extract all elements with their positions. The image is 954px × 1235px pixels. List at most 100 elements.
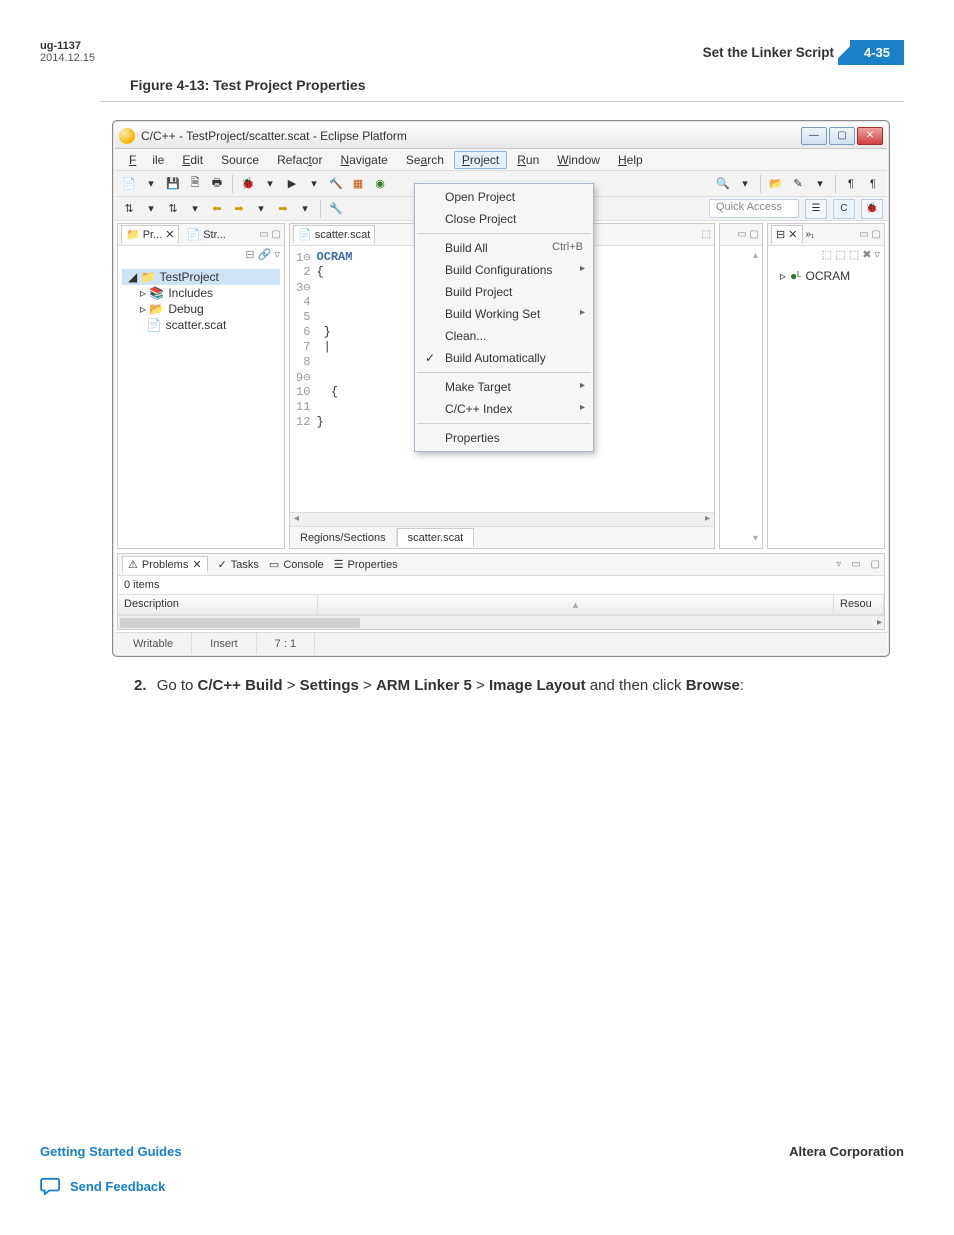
- dropdown-icon[interactable]: ▾: [141, 199, 161, 219]
- back-icon[interactable]: ⬅: [207, 199, 227, 219]
- project-explorer-tab[interactable]: 📁 Pr... ✕: [121, 225, 179, 244]
- console-tab[interactable]: ▭ Console: [269, 558, 324, 571]
- tool-icon[interactable]: ◉: [370, 174, 390, 194]
- perspective-cpp-icon[interactable]: C: [833, 199, 855, 219]
- x1-icon[interactable]: »₁: [806, 229, 815, 240]
- problems-columns[interactable]: Description ▴ Resou: [118, 594, 884, 615]
- tool-icon[interactable]: ⬚: [822, 249, 832, 261]
- dropdown-icon[interactable]: ▾: [304, 174, 324, 194]
- close-icon[interactable]: ✖: [862, 249, 871, 261]
- dropdown-icon[interactable]: ▾: [735, 174, 755, 194]
- dropdown-icon[interactable]: ▾: [141, 174, 161, 194]
- search-icon[interactable]: 🔍: [713, 174, 733, 194]
- menu-window[interactable]: Window: [549, 151, 608, 169]
- menuitem-clean[interactable]: Clean...: [415, 325, 593, 347]
- feedback-icon[interactable]: [40, 1177, 62, 1195]
- maximize-icon[interactable]: ▢: [872, 229, 881, 240]
- menubar[interactable]: File Edit Source Refactor Navigate Searc…: [115, 149, 887, 171]
- close-button[interactable]: ✕: [857, 127, 883, 145]
- menu-icon[interactable]: ▿: [836, 559, 841, 570]
- editor-bottom-tabs[interactable]: Regions/Sections scatter.scat: [290, 526, 714, 548]
- perspective-debug-icon[interactable]: 🐞: [861, 199, 883, 219]
- debug-icon[interactable]: 🐞: [238, 174, 258, 194]
- scroll-up-icon[interactable]: ▴: [753, 250, 758, 261]
- save-all-icon[interactable]: 🗎: [185, 174, 205, 194]
- forward-icon[interactable]: ➡: [229, 199, 249, 219]
- minimize-icon[interactable]: ▭: [859, 229, 868, 240]
- menu-icon[interactable]: ▿: [874, 249, 880, 261]
- maximize-button[interactable]: ▢: [829, 127, 855, 145]
- quick-access-input[interactable]: Quick Access: [709, 199, 799, 218]
- new-icon[interactable]: 📄: [119, 174, 139, 194]
- tree-project-node[interactable]: ◢ 📁 TestProject: [122, 269, 280, 285]
- menuitem-make-target[interactable]: Make Target: [415, 376, 593, 398]
- menu-project[interactable]: Project: [454, 151, 507, 169]
- build-icon[interactable]: 🔨: [326, 174, 346, 194]
- menuitem-properties[interactable]: Properties: [415, 427, 593, 449]
- minimize-icon[interactable]: ▭: [259, 229, 268, 240]
- dropdown-icon[interactable]: ▾: [810, 174, 830, 194]
- tool-icon[interactable]: ▦: [348, 174, 368, 194]
- problems-tab[interactable]: ⚠ Problems ✕: [122, 556, 208, 573]
- h-scrollbar[interactable]: ◂▸: [118, 615, 884, 629]
- nav-icon[interactable]: ⇅: [119, 199, 139, 219]
- dropdown-icon[interactable]: ▾: [185, 199, 205, 219]
- menuitem-open-project[interactable]: Open Project: [415, 186, 593, 208]
- menuitem-build-project[interactable]: Build Project: [415, 281, 593, 303]
- forward-icon[interactable]: ➡: [273, 199, 293, 219]
- outline-toolbar[interactable]: ⬚ ⬚ ⬚ ✖ ▿: [768, 246, 884, 263]
- tasks-tab[interactable]: ✓ Tasks: [218, 558, 259, 571]
- minimize-button[interactable]: —: [801, 127, 827, 145]
- scatter-tab[interactable]: scatter.scat: [397, 528, 475, 547]
- org-icon[interactable]: ⬚: [702, 229, 711, 240]
- paragraph-icon[interactable]: ¶: [841, 174, 861, 194]
- tool-icon[interactable]: ⬚: [849, 249, 859, 261]
- col-description[interactable]: Description: [118, 595, 318, 614]
- menuitem-cpp-index[interactable]: C/C++ Index: [415, 398, 593, 420]
- scroll-down-icon[interactable]: ▾: [753, 533, 758, 544]
- menu-icon[interactable]: ▿: [274, 249, 280, 261]
- perspective-button[interactable]: ☰: [805, 199, 827, 219]
- menuitem-close-project[interactable]: Close Project: [415, 208, 593, 230]
- window-titlebar[interactable]: C/C++ - TestProject/scatter.scat - Eclip…: [115, 123, 887, 149]
- maximize-icon[interactable]: ▢: [272, 229, 281, 240]
- tree-scatter-node[interactable]: 📄 scatter.scat: [122, 317, 280, 333]
- print-icon[interactable]: 🖶: [207, 174, 227, 194]
- menu-refactor[interactable]: Refactor: [269, 151, 330, 169]
- tree-includes-node[interactable]: ▹ 📚 Includes: [122, 285, 280, 301]
- menu-search[interactable]: Search: [398, 151, 452, 169]
- menuitem-build-automatically[interactable]: Build Automatically: [415, 347, 593, 369]
- dropdown-icon[interactable]: ▾: [260, 174, 280, 194]
- menu-navigate[interactable]: Navigate: [332, 151, 395, 169]
- minimize-icon[interactable]: ▭: [737, 229, 746, 240]
- properties-tab[interactable]: ☰ Properties: [334, 558, 398, 571]
- menu-help[interactable]: Help: [610, 151, 651, 169]
- dropdown-icon[interactable]: ▾: [251, 199, 271, 219]
- run-icon[interactable]: ▶: [282, 174, 302, 194]
- menuitem-build-all[interactable]: Build AllCtrl+B: [415, 237, 593, 259]
- tool-icon[interactable]: 🔧: [326, 199, 346, 219]
- paragraph-icon[interactable]: ¶: [863, 174, 883, 194]
- col-resource[interactable]: Resou: [834, 595, 884, 614]
- tree-toolbar[interactable]: ⊟ 🔗 ▿: [118, 246, 284, 263]
- menu-file[interactable]: File: [121, 151, 172, 169]
- collapse-icon[interactable]: ⊟: [245, 249, 254, 261]
- minimize-icon[interactable]: ▭: [851, 559, 860, 570]
- edit-icon[interactable]: ✎: [788, 174, 808, 194]
- outline-item[interactable]: ▹ ●ᴸ OCRAM: [772, 269, 880, 283]
- menuitem-build-working-set[interactable]: Build Working Set: [415, 303, 593, 325]
- footer-guide-link[interactable]: Getting Started Guides: [40, 1144, 182, 1159]
- editor-tab[interactable]: 📄 scatter.scat: [293, 225, 375, 244]
- regions-tab[interactable]: Regions/Sections: [290, 529, 397, 547]
- dropdown-icon[interactable]: ▾: [295, 199, 315, 219]
- maximize-icon[interactable]: ▢: [750, 229, 759, 240]
- save-icon[interactable]: 💾: [163, 174, 183, 194]
- menuitem-build-configurations[interactable]: Build Configurations: [415, 259, 593, 281]
- link-icon[interactable]: 🔗: [258, 249, 272, 261]
- send-feedback-link[interactable]: Send Feedback: [70, 1179, 165, 1194]
- tool-icon[interactable]: ⬚: [835, 249, 845, 261]
- structure-tab[interactable]: 📄 Str...: [182, 226, 229, 243]
- tree-debug-node[interactable]: ▹ 📂 Debug: [122, 301, 280, 317]
- project-menu-dropdown[interactable]: Open Project Close Project Build AllCtrl…: [414, 183, 594, 452]
- folder-icon[interactable]: 📂: [766, 174, 786, 194]
